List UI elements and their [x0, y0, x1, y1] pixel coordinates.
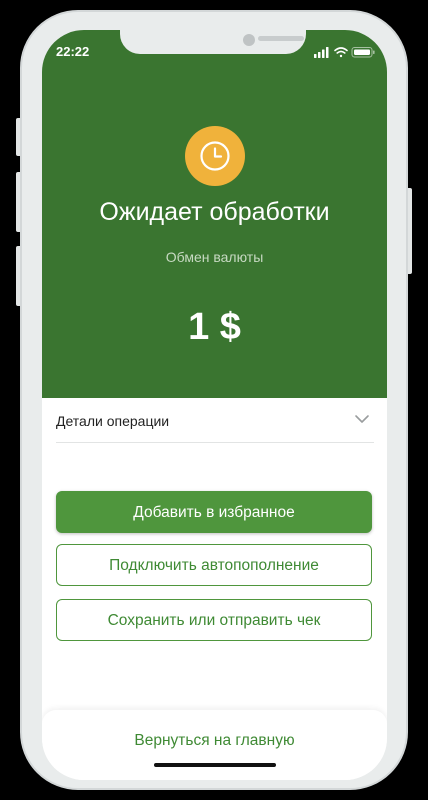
phone-screen: 22:22 Ожидает обработки Обмен валюты 1 $…: [42, 30, 387, 780]
status-bar-icons: [314, 47, 375, 58]
operation-type: Обмен валюты: [165, 249, 264, 265]
device-notch: [120, 30, 306, 54]
pending-status-badge: [185, 126, 245, 186]
notch-speaker: [258, 36, 304, 41]
operation-details-toggle[interactable]: Детали операции: [56, 398, 374, 443]
add-to-favorites-button[interactable]: Добавить в избранное: [56, 491, 372, 533]
wifi-icon: [334, 47, 348, 58]
operation-details-label: Детали операции: [56, 413, 170, 429]
operation-status-title: Ожидает обработки: [99, 198, 330, 226]
clock-icon: [200, 141, 230, 171]
operation-header: 22:22 Ожидает обработки Обмен валюты 1 $: [42, 30, 387, 398]
chevron-down-icon: [355, 415, 369, 423]
home-indicator[interactable]: [154, 763, 276, 767]
operation-amount: 1 $: [188, 306, 241, 348]
front-camera: [243, 34, 255, 46]
save-receipt-button[interactable]: Сохранить или отправить чек: [56, 599, 372, 641]
signal-icon: [314, 47, 329, 58]
back-to-home-link[interactable]: Вернуться на главную: [42, 732, 387, 750]
status-bar-time: 22:22: [56, 44, 90, 59]
enable-autopay-button[interactable]: Подключить автопополнение: [56, 544, 372, 586]
bottom-action-bar: Вернуться на главную: [42, 710, 387, 780]
battery-icon: [351, 47, 375, 58]
